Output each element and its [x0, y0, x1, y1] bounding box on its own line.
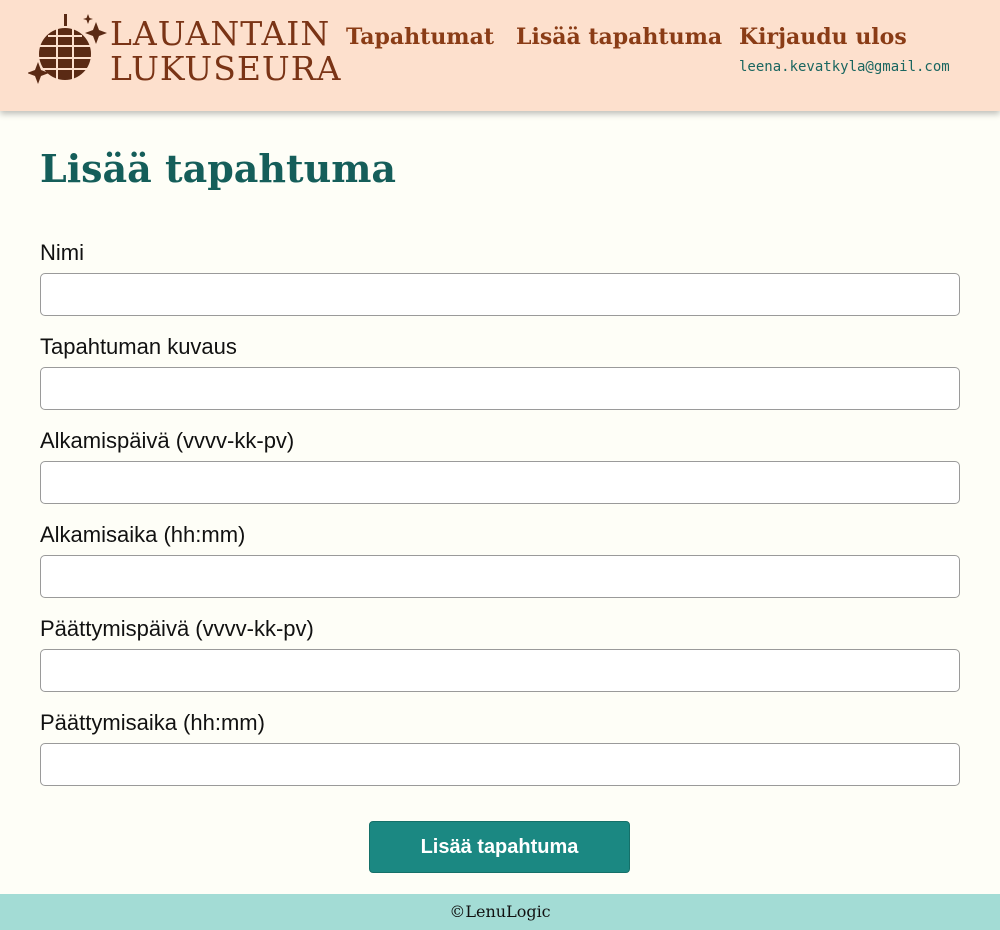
logo-wordmark: LAUANTAIN LUKUSEURA [110, 16, 341, 86]
start-time-label: Alkamisaika (hh:mm) [40, 522, 246, 547]
end-time-label: Päättymisaika (hh:mm) [40, 710, 265, 735]
copyright-text: ©LenuLogic [449, 902, 551, 921]
user-email: leena.kevatkyla@gmail.com [739, 59, 950, 75]
logo-line-2: LUKUSEURA [110, 49, 342, 88]
description-input[interactable] [40, 367, 960, 410]
start-date-input[interactable] [40, 461, 960, 504]
site-logo[interactable]: LAUANTAIN LUKUSEURA [28, 12, 340, 87]
start-date-label: Alkamispäivä (vvvv-kk-pv) [40, 428, 295, 453]
name-label: Nimi [40, 240, 84, 265]
site-footer: ©LenuLogic [0, 894, 1000, 930]
logo-line-1: LAUANTAIN [110, 14, 331, 53]
nav-events-link[interactable]: Tapahtumat [346, 24, 494, 50]
name-input[interactable] [40, 273, 960, 316]
end-date-label: Päättymispäivä (vvvv-kk-pv) [40, 616, 314, 641]
description-label: Tapahtuman kuvaus [40, 334, 237, 359]
site-header: LAUANTAIN LUKUSEURA Tapahtumat Lisää tap… [0, 0, 1000, 111]
end-date-input[interactable] [40, 649, 960, 692]
end-time-input[interactable] [40, 743, 960, 786]
disco-ball-sparkles-icon [28, 14, 107, 84]
nav-logout-link[interactable]: Kirjaudu ulos [739, 24, 907, 50]
nav-add-event-link[interactable]: Lisää tapahtuma [516, 24, 722, 50]
page-title: Lisää tapahtuma [40, 146, 397, 191]
start-time-input[interactable] [40, 555, 960, 598]
add-event-submit-button[interactable]: Lisää tapahtuma [369, 821, 630, 873]
